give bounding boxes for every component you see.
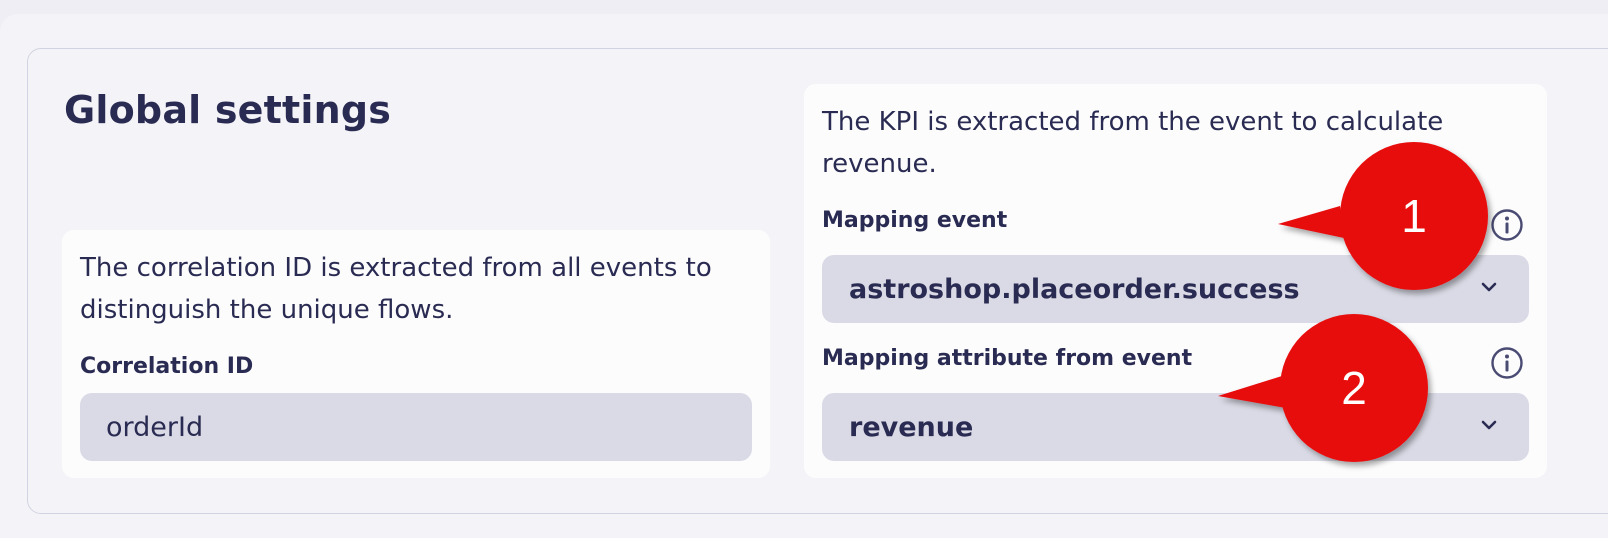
- callout-2-pointer: [1218, 376, 1286, 408]
- correlation-id-input[interactable]: orderId: [80, 393, 752, 461]
- mapping-event-value: astroshop.placeorder.success: [849, 273, 1300, 305]
- chevron-down-icon: [1481, 420, 1497, 430]
- callout-2: 2: [1218, 314, 1428, 462]
- correlation-id-label: Correlation ID: [80, 354, 254, 379]
- mapping-event-label: Mapping event: [822, 208, 1008, 233]
- callout-1-number: 1: [1401, 190, 1427, 242]
- section-title: Global settings: [64, 88, 392, 132]
- correlation-id-value: orderId: [106, 411, 204, 443]
- correlation-panel: The correlation ID is extracted from all…: [62, 230, 770, 478]
- mapping-attribute-label: Mapping attribute from event: [822, 346, 1193, 371]
- callout-1: 1: [1278, 142, 1488, 290]
- info-icon[interactable]: [1490, 346, 1524, 380]
- callout-1-pointer: [1278, 206, 1344, 238]
- mapping-attribute-value: revenue: [849, 411, 974, 443]
- callout-2-number: 2: [1341, 362, 1367, 414]
- correlation-description: The correlation ID is extracted from all…: [80, 253, 712, 325]
